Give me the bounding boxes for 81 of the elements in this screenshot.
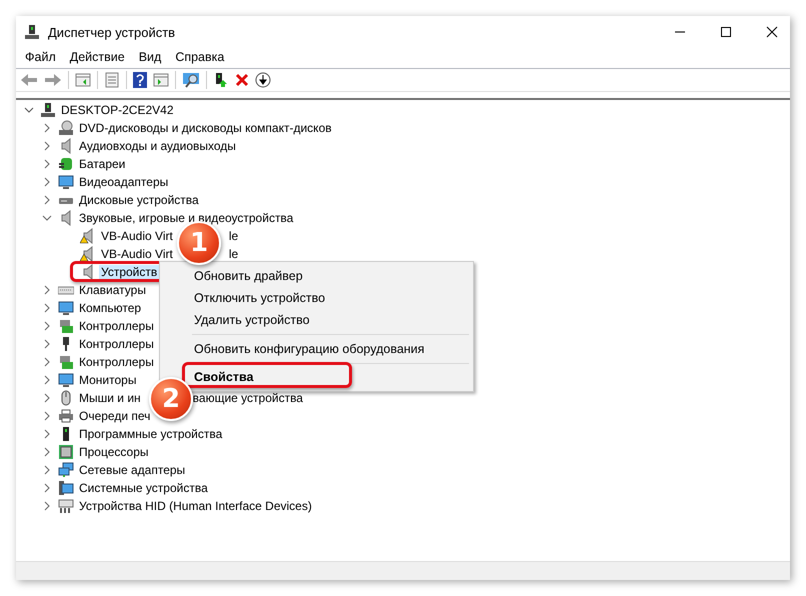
network-icon <box>58 462 74 478</box>
properties-icon[interactable] <box>104 72 120 88</box>
context-menu-item[interactable]: Обновить драйвер <box>192 265 303 287</box>
download-icon[interactable] <box>255 72 271 88</box>
board-icon <box>58 318 74 334</box>
tree-item[interactable]: DESKTOP-2CE2V42 <box>59 103 176 117</box>
chevron-right-icon[interactable] <box>42 465 52 475</box>
scan-icon[interactable] <box>182 72 200 88</box>
chevron-right-icon[interactable] <box>42 123 52 133</box>
maximize-icon[interactable] <box>720 26 732 38</box>
chevron-right-icon[interactable] <box>42 321 52 331</box>
tree-item[interactable]: вающие устройства <box>190 391 305 405</box>
chevron-right-icon[interactable] <box>42 339 52 349</box>
disc-drive-icon <box>58 120 74 136</box>
chevron-right-icon[interactable] <box>42 195 52 205</box>
tree-item[interactable]: Мыши и ин <box>77 391 143 405</box>
tree-item[interactable]: Клавиатуры <box>77 283 148 297</box>
chevron-right-icon[interactable] <box>42 447 52 457</box>
tree-item[interactable]: Устройства HID (Human Interface Devices) <box>77 499 314 513</box>
chevron-right-icon[interactable] <box>42 177 52 187</box>
context-menu-item[interactable]: Отключить устройство <box>192 287 326 309</box>
tree-item[interactable]: Контроллеры <box>77 319 156 333</box>
computer-icon <box>40 102 56 118</box>
context-menu-item[interactable]: Удалить устройство <box>192 309 310 331</box>
board-icon <box>58 354 74 370</box>
tree-item[interactable]: VB-Audio Virt <box>99 229 175 243</box>
tree-item[interactable]: DVD-дисководы и дисководы компакт-дисков <box>77 121 334 135</box>
chevron-right-icon[interactable] <box>42 159 52 169</box>
context-menu-item[interactable]: Свойства <box>192 367 254 387</box>
monitor-icon <box>58 174 74 190</box>
chevron-right-icon[interactable] <box>42 141 52 151</box>
chevron-right-icon[interactable] <box>42 483 52 493</box>
chevron-right-icon[interactable] <box>42 501 52 511</box>
tree-item[interactable]: Мониторы <box>77 373 138 387</box>
menu-item[interactable]: Справка <box>175 50 224 64</box>
chevron-right-icon[interactable] <box>42 303 52 313</box>
chip-icon <box>58 444 74 460</box>
tree-item[interactable]: Системные устройства <box>77 481 210 495</box>
tree-item[interactable]: Батареи <box>77 157 128 171</box>
tree-item[interactable]: Аудиовходы и аудиовыходы <box>77 139 238 153</box>
tree-item[interactable]: Сетевые адаптеры <box>77 463 188 477</box>
monitor-icon <box>58 300 74 316</box>
tree-item[interactable]: Программные устройства <box>77 427 224 441</box>
chevron-right-icon[interactable] <box>42 429 52 439</box>
tree-item[interactable]: VB-Audio Virt <box>99 247 175 261</box>
monitor-icon <box>58 372 74 388</box>
console-icon[interactable] <box>75 72 91 88</box>
delete-icon[interactable] <box>235 73 249 87</box>
keyboard-icon <box>58 498 74 514</box>
forward-icon[interactable] <box>44 73 62 87</box>
chevron-right-icon[interactable] <box>42 285 52 295</box>
tree-item[interactable]: Устройств <box>99 265 160 279</box>
menu-item[interactable]: Файл <box>25 50 56 64</box>
close-icon[interactable] <box>766 26 778 38</box>
tree-item[interactable]: Дисковые устройства <box>77 193 201 207</box>
tree-item[interactable]: le <box>226 229 240 243</box>
back-icon[interactable] <box>20 73 38 87</box>
tree-item[interactable]: le <box>226 247 240 261</box>
tree-item[interactable]: Контроллеры <box>77 355 156 369</box>
tree-item[interactable]: Видеоадаптеры <box>77 175 170 189</box>
chevron-right-icon[interactable] <box>42 375 52 385</box>
menu-item[interactable]: Вид <box>138 50 162 64</box>
battery-plug-icon <box>58 156 74 172</box>
computer-icon <box>24 24 40 40</box>
tree-item[interactable]: Процессоры <box>77 445 150 459</box>
tree-item[interactable]: Компьютер <box>77 301 144 315</box>
menu-item[interactable]: Действие <box>70 50 125 64</box>
context-menu-item[interactable]: Обновить конфигурацию оборудования <box>192 338 424 360</box>
printer-icon <box>58 408 74 424</box>
system-icon <box>58 480 74 496</box>
window-icon[interactable] <box>153 72 169 88</box>
update-driver-icon[interactable] <box>213 72 229 88</box>
window-title: Диспетчер устройств <box>48 24 176 40</box>
step-badge: 2 <box>149 377 193 421</box>
chevron-right-icon[interactable] <box>42 411 52 421</box>
chevron-right-icon[interactable] <box>42 393 52 403</box>
chevron-down-icon[interactable] <box>24 105 34 115</box>
chevron-down-icon[interactable] <box>42 213 52 223</box>
chevron-right-icon[interactable] <box>42 357 52 367</box>
tree-item[interactable]: Контроллеры <box>77 337 156 351</box>
help-icon[interactable] <box>133 72 147 88</box>
